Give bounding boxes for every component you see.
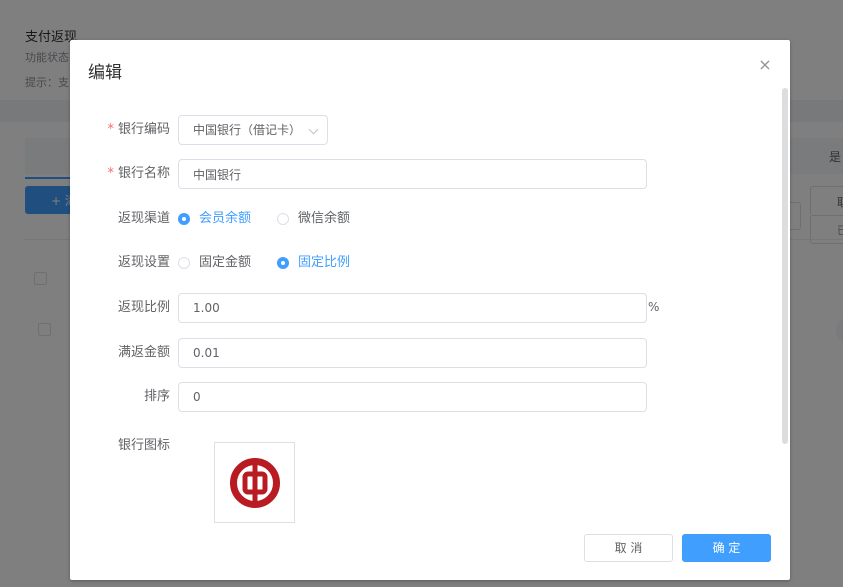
bank-code-select[interactable]: 中国银行（借记卡） — [178, 115, 328, 145]
edit-dialog: 编辑 × *银行编码 中国银行（借记卡） *银行名称 返现渠道 会员余额 微信余… — [70, 40, 790, 580]
radio-dot — [178, 257, 190, 269]
min-amount-input[interactable] — [178, 338, 647, 368]
sort-input[interactable] — [178, 382, 647, 412]
bank-of-china-logo-icon — [230, 458, 280, 508]
min-amount-label: 满返金额 — [117, 345, 170, 360]
radio-label: 固定比例 — [298, 255, 351, 270]
percent-suffix: % — [648, 300, 660, 314]
radio-label: 会员余额 — [199, 211, 252, 226]
cashback-channel-label: 返现渠道 — [117, 211, 170, 226]
dialog-title: 编辑 — [88, 63, 122, 83]
form-row-bank-code: * 银行编码 中国银行（借记卡） — [70, 115, 670, 145]
cashback-setting-label: 返现设置 — [117, 255, 170, 270]
bank-name-input[interactable] — [178, 159, 647, 189]
confirm-button[interactable]: 确 定 — [682, 534, 771, 562]
cashback-ratio-label: 返现比例 — [117, 300, 170, 315]
form-row-cashback-channel: 返现渠道 会员余额 微信余额 — [70, 204, 670, 234]
form-row-cashback-setting: 返现设置 固定金额 固定比例 — [70, 248, 670, 278]
radio-dot — [277, 257, 289, 269]
radio-label: 固定金额 — [199, 255, 252, 270]
required-mark: * — [107, 122, 114, 137]
bank-code-value: 中国银行（借记卡） — [193, 123, 302, 137]
bank-icon-upload[interactable] — [214, 442, 295, 523]
close-icon[interactable]: × — [758, 57, 772, 73]
cancel-button[interactable]: 取 消 — [584, 534, 673, 562]
radio-dot — [277, 213, 289, 225]
chevron-down-icon — [308, 124, 319, 135]
form-row-cashback-ratio: 返现比例 % — [70, 293, 670, 323]
bank-icon-label: 银行图标 — [117, 438, 170, 453]
bank-name-label: * 银行名称 — [70, 159, 170, 189]
dialog-scrollbar[interactable] — [782, 88, 788, 444]
radio-label: 微信余额 — [298, 211, 351, 226]
required-mark: * — [107, 166, 114, 181]
bank-code-label: * 银行编码 — [70, 115, 170, 145]
form-row-bank-icon: 银行图标 — [70, 431, 670, 461]
form-row-sort: 排序 — [70, 382, 670, 412]
form-row-bank-name: * 银行名称 — [70, 159, 670, 189]
bank-code-label-text: 银行编码 — [117, 122, 170, 137]
radio-dot — [178, 213, 190, 225]
form-row-min-amount: 满返金额 — [70, 338, 670, 368]
sort-label: 排序 — [143, 389, 170, 404]
bank-name-label-text: 银行名称 — [117, 166, 170, 181]
cashback-ratio-input[interactable] — [178, 293, 647, 323]
